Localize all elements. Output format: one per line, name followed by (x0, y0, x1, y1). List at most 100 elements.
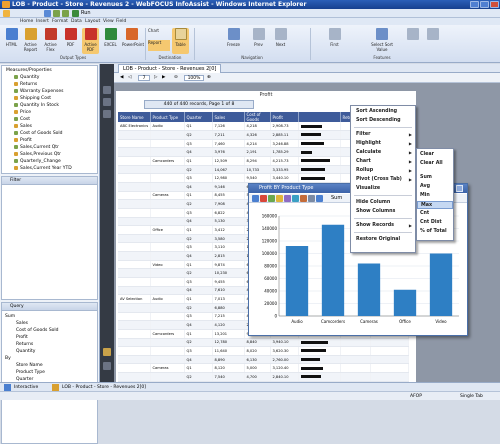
tab-field[interactable]: Field (116, 18, 126, 25)
chart-bar[interactable] (285, 246, 309, 316)
context-menu-item[interactable]: Filter ▶ (351, 131, 415, 139)
chart-close-button[interactable] (456, 185, 463, 192)
side-tool-icon[interactable] (103, 86, 111, 94)
pdf-button[interactable]: PDF (62, 28, 79, 54)
context-menu-item[interactable]: Visualize (351, 185, 415, 193)
field-item[interactable]: Cost of Goods Sold (14, 130, 63, 137)
context-menu-item[interactable]: Restore Original (351, 236, 415, 244)
chart-bar[interactable] (393, 289, 417, 316)
redo-icon[interactable] (62, 10, 69, 17)
html-button[interactable]: HTML (3, 28, 20, 54)
field-item[interactable]: Sales,Previous Qtr (14, 151, 61, 158)
chart-button[interactable]: Chart (148, 28, 170, 39)
field-item[interactable]: Quantity (14, 74, 39, 81)
field-item[interactable]: Cost (14, 116, 30, 123)
context-menu-item[interactable]: Hide Column (351, 199, 415, 207)
context-menu-item[interactable]: Sort Descending (351, 117, 415, 125)
column-header[interactable] (298, 112, 341, 122)
chart-option-icon[interactable] (308, 195, 315, 202)
calculate-option[interactable]: % of Total (417, 228, 453, 236)
query-sum-field[interactable]: Cost of Goods Sold (16, 327, 59, 334)
feature-button-2[interactable] (424, 28, 441, 54)
field-item[interactable]: Shipping Cost (14, 95, 51, 102)
next-button[interactable]: Next (272, 28, 289, 54)
field-item[interactable]: Sales,Current Year YTD (14, 165, 72, 172)
excel-button[interactable]: EXCEL (102, 28, 119, 54)
query-by-field[interactable]: Store Name (16, 362, 43, 369)
column-header[interactable]: Quarter (184, 112, 213, 122)
field-item[interactable]: Quantity In Stock (14, 102, 59, 109)
field-item[interactable]: Profit (14, 137, 32, 144)
context-menu-item[interactable]: Calculate ▶ (351, 149, 415, 157)
run-icon[interactable] (72, 10, 79, 17)
chart-option-icon[interactable] (292, 195, 299, 202)
chart-option-icon[interactable] (300, 195, 307, 202)
calculate-option[interactable]: Min (417, 192, 453, 200)
side-tool-icon[interactable] (103, 362, 111, 370)
report-button[interactable]: Report (148, 40, 170, 51)
column-header[interactable]: Cost of Goods (244, 112, 271, 122)
nav-prev-icon[interactable]: ◁ (128, 73, 131, 83)
tab-insert[interactable]: Insert (36, 18, 49, 25)
run-button[interactable]: Run (81, 10, 91, 17)
field-item[interactable]: Price (14, 109, 31, 116)
tree-root[interactable]: Measures/Properties (6, 67, 52, 74)
powerpoint-button[interactable]: PowerPoint (122, 28, 144, 54)
select-sort-value-button[interactable]: Select Sort Value (370, 28, 394, 54)
query-sum-field[interactable]: Sales (16, 320, 28, 327)
active-report-button[interactable]: Active Report (22, 28, 39, 54)
chart-bar[interactable] (357, 263, 381, 317)
maximize-button[interactable] (480, 1, 489, 8)
nav-first-icon[interactable]: ◀ (120, 73, 123, 83)
context-menu-item[interactable]: Pivot (Cross Tab) ▶ (351, 176, 415, 184)
nav-last-icon[interactable]: ▶ (162, 73, 165, 83)
query-sum-field[interactable]: Quantity (16, 348, 35, 355)
table-button[interactable]: Table (172, 28, 189, 54)
chart-type-scatter-icon[interactable] (284, 195, 291, 202)
field-item[interactable]: Warranty Expenses (14, 88, 63, 95)
first-button[interactable]: First (326, 28, 343, 54)
active-pdf-button[interactable]: Active PDF (82, 28, 99, 54)
context-menu-item[interactable]: Show Columns (351, 208, 415, 216)
column-header[interactable]: Product Type (150, 112, 185, 122)
freeze-button[interactable]: Freeze (225, 28, 242, 54)
page-number-input[interactable]: 7 (138, 75, 150, 81)
field-item[interactable]: Sales,Current Qtr (14, 144, 59, 151)
close-button[interactable] (490, 1, 499, 8)
nav-next-icon[interactable]: ▷ (154, 73, 157, 83)
calculate-option[interactable]: Clear All (417, 160, 453, 168)
zoom-out-icon[interactable]: ⊝ (174, 73, 178, 83)
undo-icon[interactable] (53, 10, 60, 17)
calculate-option[interactable]: Sum (417, 174, 453, 182)
chart-type-pie-icon[interactable] (260, 195, 267, 202)
tab-format[interactable]: Format (52, 18, 68, 25)
field-item[interactable]: Quarterly_Change (14, 158, 61, 165)
calculate-option[interactable]: Cnt (417, 210, 453, 218)
chart-type-line-icon[interactable] (268, 195, 275, 202)
query-sum-field[interactable]: Profit (16, 334, 28, 341)
tab-layout[interactable]: Layout (85, 18, 100, 25)
column-header[interactable]: Sales (212, 112, 245, 122)
tab-home[interactable]: Home (20, 18, 33, 25)
query-by-node[interactable]: By (5, 355, 11, 362)
calculate-option[interactable]: Cnt Dist (417, 219, 453, 227)
chart-type-bar-icon[interactable] (252, 195, 259, 202)
chart-aggregate-label[interactable]: Sum (331, 194, 342, 203)
chart-bar[interactable] (429, 253, 453, 317)
calculate-option[interactable]: Max (417, 201, 453, 209)
calculate-option[interactable]: Clear (417, 151, 453, 159)
context-menu-item[interactable]: Highlight ▶ (351, 140, 415, 148)
query-sum-field[interactable]: Returns (16, 341, 33, 348)
field-item[interactable]: Returns (14, 81, 37, 88)
context-menu-item[interactable]: Show Records ▶ (351, 222, 415, 230)
query-sum-node[interactable]: Sum (5, 313, 15, 320)
tab-data[interactable]: Data (71, 18, 82, 25)
minimize-button[interactable] (470, 1, 479, 8)
side-tool-icon[interactable] (103, 110, 111, 118)
active-flex-button[interactable]: Active Flex (42, 28, 59, 54)
tab-view[interactable]: View (103, 18, 114, 25)
side-tool-icon[interactable] (103, 98, 111, 106)
prev-button[interactable]: Prev (250, 28, 267, 54)
column-header[interactable]: Store Name (118, 112, 151, 122)
save-icon[interactable] (44, 10, 51, 17)
